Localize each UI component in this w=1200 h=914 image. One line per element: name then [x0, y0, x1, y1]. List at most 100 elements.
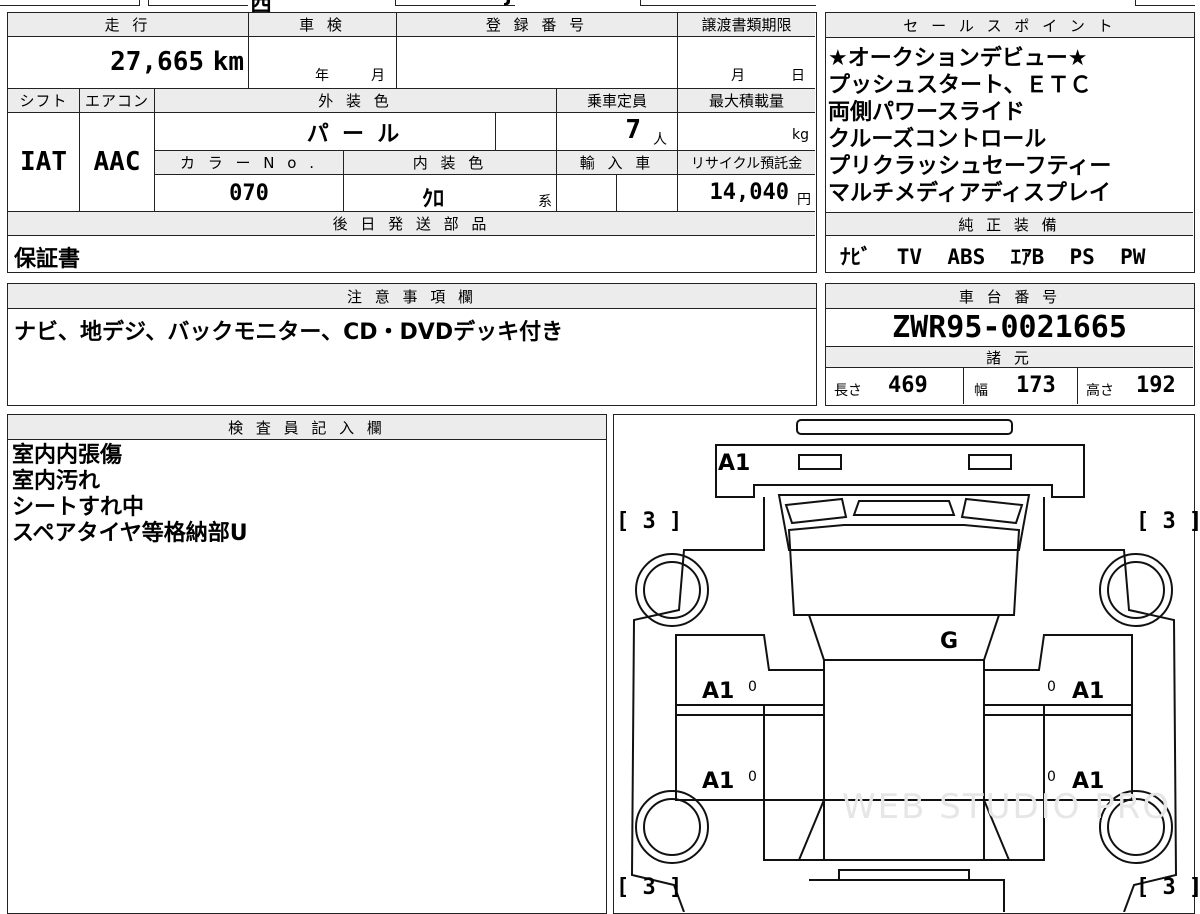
- shift-value: IAT: [20, 147, 67, 177]
- tire-rear-left: [ 3 ]: [616, 875, 683, 900]
- sales-points-list: ★オークションデビュー★ プッシュスタート、ＥＴＣ 両側パワースライド クルーズ…: [828, 45, 1192, 207]
- exterior-color-cell: パ ー ル: [155, 113, 496, 151]
- sales-point-line: 両側パワースライド: [828, 100, 1025, 125]
- car-diagram-box: A1 G A1 0 A1 0 0 A1 0 A1 [ 3 ] [ 3 ] [ 3…: [613, 414, 1200, 914]
- mileage-cell: 27,665 km: [8, 37, 249, 89]
- capacity-value: 7: [625, 115, 641, 145]
- inspector-list: 室内内張傷 室内汚れ シートすれ中 スペアタイヤ等格納部U: [12, 443, 248, 547]
- chassis-box: 車 台 番 号 ZWR95-0021665 諸 元 長さ 469 幅 173 高…: [825, 283, 1195, 406]
- transfer-month: 月: [731, 68, 745, 84]
- length-value: 469: [888, 373, 928, 398]
- recycle-label: リサイクル預託金: [678, 151, 815, 175]
- aircon-cell: AAC: [80, 113, 155, 212]
- glass-mark: G: [940, 629, 959, 654]
- import-cell-b: [617, 175, 678, 212]
- transfer-day: 日: [791, 68, 805, 84]
- interior-suffix: 系: [538, 194, 552, 210]
- right-front-zero: 0: [1047, 679, 1056, 695]
- recycle-unit: 円: [797, 192, 811, 208]
- interior-color-label: 内 装 色: [344, 151, 557, 175]
- shift-label: シフト: [8, 89, 80, 113]
- transfer-deadline-label: 譲渡書類期限: [678, 13, 815, 37]
- registration-cell: [397, 37, 678, 89]
- interior-color-value: ｸﾛ: [422, 187, 445, 212]
- aircon-label: エアコン: [80, 89, 155, 113]
- notes-value: ナビ、地デジ、バックモニター、CD・DVDデッキ付き: [14, 320, 564, 345]
- chassis-value: ZWR95-0021665: [892, 309, 1127, 345]
- import-cell-a: [557, 175, 617, 212]
- sales-point-line: クルーズコントロール: [828, 127, 1047, 152]
- notes-label: 注 意 事 項 欄: [8, 284, 816, 309]
- shift-cell: IAT: [8, 113, 80, 212]
- height-value: 192: [1136, 373, 1176, 398]
- tire-front-right: [ 3 ]: [1136, 509, 1200, 534]
- color-no-label: カ ラ ー N o .: [155, 151, 344, 175]
- vehicle-info-table: 走 行 車 検 登 録 番 号 譲渡書類期限 27,665 km 年 月 月 日…: [7, 12, 817, 273]
- inspector-line: シートすれ中: [12, 495, 145, 520]
- inspector-line: スペアタイヤ等格納部U: [12, 521, 248, 546]
- aircon-value: AAC: [93, 147, 141, 177]
- spec-height: 高さ 192: [1078, 368, 1193, 404]
- tire-rear-right: [ 3 ]: [1136, 875, 1200, 900]
- sales-point-line: ★オークションデビュー★: [828, 46, 1088, 71]
- color-no-value: 070: [229, 180, 269, 206]
- capacity-label: 乗車定員: [557, 89, 678, 113]
- top-fragment-2: J: [505, 0, 512, 7]
- inspector-box: 検 査 員 記 入 欄 室内内張傷 室内汚れ シートすれ中 スペアタイヤ等格納部…: [7, 414, 607, 914]
- import-label: 輸 入 車: [557, 151, 678, 175]
- sales-point-line: マルチメディアディスプレイ: [828, 181, 1111, 206]
- specs-label: 諸 元: [826, 346, 1193, 368]
- spec-length: 長さ 469: [826, 368, 964, 404]
- notes-box: 注 意 事 項 欄 ナビ、地デジ、バックモニター、CD・DVDデッキ付き: [7, 283, 817, 406]
- sales-points-label: セ ー ル ス ポ イ ン ト: [826, 13, 1194, 38]
- color-no-cell: 070: [155, 175, 344, 212]
- sales-point-line: プリクラッシュセーフティー: [828, 154, 1112, 179]
- max-load-unit: kg: [792, 127, 809, 143]
- exterior-color-value: パ ー ル: [306, 121, 400, 147]
- right-rear-zero: 0: [1047, 769, 1056, 785]
- spec-width: 幅 173: [964, 368, 1078, 404]
- max-load-cell: kg: [678, 113, 815, 151]
- standard-equipment-label: 純 正 装 備: [826, 212, 1193, 236]
- inspection-month: 月: [371, 68, 385, 84]
- top-strip: 西 J: [0, 0, 1200, 17]
- length-label: 長さ: [834, 383, 862, 399]
- chassis-label: 車 台 番 号: [826, 284, 1194, 309]
- exterior-color-extra: [496, 113, 557, 151]
- later-items-label: 後 日 発 送 部 品: [8, 212, 815, 236]
- sales-point-line: プッシュスタート、ＥＴＣ: [828, 73, 1092, 98]
- height-label: 高さ: [1086, 383, 1114, 399]
- tire-front-left: [ 3 ]: [616, 509, 683, 534]
- recycle-value: 14,040: [709, 180, 789, 205]
- width-value: 173: [1016, 373, 1056, 398]
- inspector-line: 室内汚れ: [12, 469, 101, 494]
- max-load-label: 最大積載量: [678, 89, 815, 113]
- roof-damage-mark: A1: [718, 451, 751, 476]
- inspector-line: 室内内張傷: [12, 443, 123, 468]
- interior-color-cell: ｸﾛ 系: [344, 175, 557, 212]
- mileage-unit: km: [212, 47, 244, 77]
- registration-label: 登 録 番 号: [397, 13, 678, 37]
- left-front-door-mark: A1: [702, 679, 735, 704]
- inspection-year: 年: [315, 68, 329, 84]
- left-rear-zero: 0: [748, 769, 757, 785]
- mileage-value: 27,665: [110, 47, 204, 77]
- sales-points-box: セ ー ル ス ポ イ ン ト ★オークションデビュー★ プッシュスタート、ＥＴ…: [825, 12, 1195, 273]
- capacity-cell: 7 人: [557, 113, 678, 151]
- standard-equipment-value: ﾅﾋﾞ TV ABS ｴｱB PS PW: [840, 245, 1146, 269]
- left-front-zero: 0: [748, 679, 757, 695]
- capacity-unit: 人: [653, 132, 667, 148]
- car-diagram: [630, 419, 1178, 912]
- width-label: 幅: [974, 383, 988, 399]
- right-front-door-mark: A1: [1072, 679, 1105, 704]
- left-rear-door-mark: A1: [702, 769, 735, 794]
- exterior-color-label: 外 装 色: [155, 89, 557, 113]
- later-items-value: 保証書: [14, 247, 81, 272]
- watermark: WEB STUDIO PRO: [842, 787, 1172, 827]
- recycle-cell: 14,040 円: [678, 175, 815, 212]
- mileage-label: 走 行: [8, 13, 249, 37]
- inspection-label: 車 検: [249, 13, 397, 37]
- transfer-deadline-cell: 月 日: [678, 37, 815, 89]
- inspector-label: 検 査 員 記 入 欄: [8, 415, 606, 440]
- inspection-cell: 年 月: [249, 37, 397, 89]
